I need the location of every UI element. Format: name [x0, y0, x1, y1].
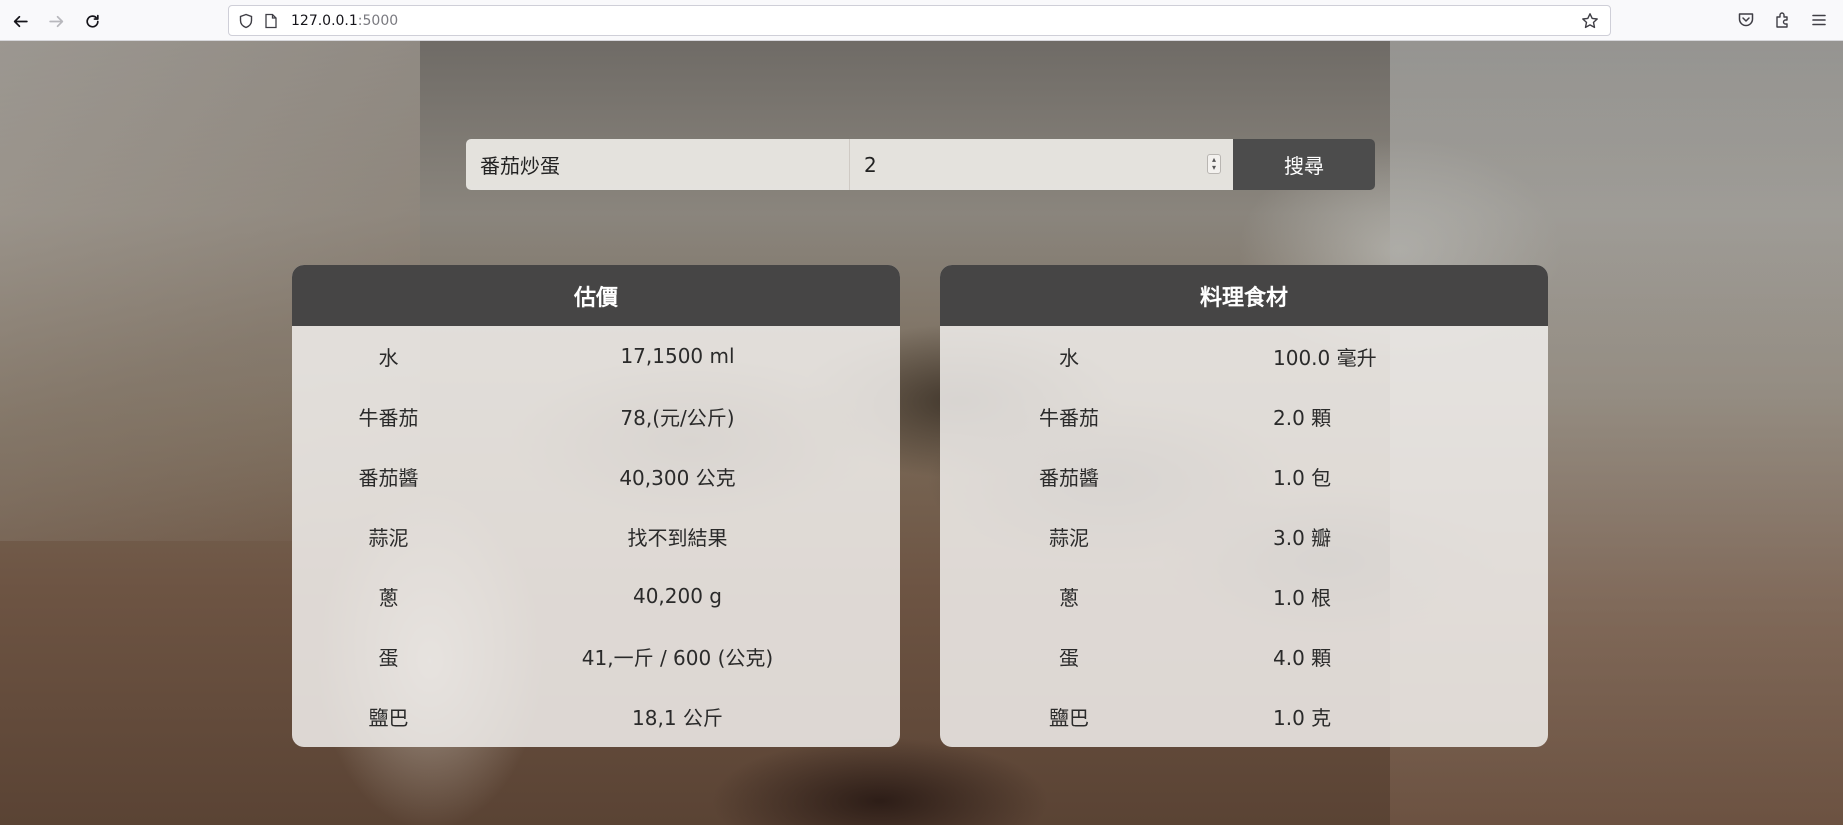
table-row: 蒜泥 3.0 瓣: [940, 506, 1548, 566]
ingredient-name: 水: [1059, 345, 1079, 370]
menu-icon[interactable]: [1810, 11, 1828, 29]
price-value: 找不到結果: [627, 525, 728, 550]
ingredient-amount: 100.0 毫升: [1273, 345, 1377, 370]
ingredient-name: 牛番茄: [1039, 405, 1099, 430]
ingredient-name: 鹽巴: [1049, 705, 1089, 730]
ingredient-name: 番茄醬: [1039, 465, 1099, 490]
table-row: 蔥 40,200 g: [292, 566, 900, 626]
ingredient-name: 水: [378, 345, 399, 370]
ingredient-name: 牛番茄: [358, 405, 419, 430]
table-row: 鹽巴 1.0 克: [940, 686, 1548, 746]
address-bar[interactable]: 127.0.0.1:5000: [228, 5, 1611, 36]
table-row: 牛番茄 78,(元/公斤): [292, 386, 900, 446]
browser-toolbar: 127.0.0.1:5000: [0, 0, 1843, 41]
price-card-title: 估價: [292, 265, 900, 326]
ingredient-amount: 4.0 顆: [1273, 645, 1332, 670]
table-row: 鹽巴 18,1 公斤: [292, 686, 900, 746]
ingredient-name: 蛋: [378, 645, 399, 670]
search-form: ▴ ▾ 搜尋: [466, 139, 1375, 190]
page-icon: [265, 13, 277, 29]
table-row: 蛋 41,一斤 / 600 (公克): [292, 626, 900, 686]
price-value: 17,1500 ml: [620, 344, 735, 368]
price-value: 41,一斤 / 600 (公克): [581, 645, 774, 670]
forward-icon[interactable]: [44, 9, 68, 33]
table-row: 蛋 4.0 顆: [940, 626, 1548, 686]
reload-icon[interactable]: [80, 9, 104, 33]
ingredient-name: 蔥: [378, 585, 399, 610]
price-value: 40,300 公克: [619, 465, 736, 490]
ingredient-name: 蔥: [1059, 585, 1079, 610]
url-port: :5000: [357, 13, 399, 29]
ingredient-name: 蒜泥: [368, 525, 409, 550]
quantity-field[interactable]: ▴ ▾: [850, 139, 1233, 190]
ingredients-card-title: 料理食材: [940, 265, 1548, 326]
price-estimate-card: 估價 水 17,1500 ml 牛番茄 78,(元/公斤) 番茄醬 40,300 公克…: [292, 265, 900, 747]
ingredient-name: 蛋: [1059, 645, 1079, 670]
quantity-input[interactable]: [850, 139, 1233, 190]
ingredient-amount: 1.0 克: [1273, 705, 1332, 730]
url-text[interactable]: 127.0.0.1:5000: [291, 13, 398, 29]
shield-icon[interactable]: [238, 13, 254, 29]
ingredient-amount: 1.0 包: [1273, 465, 1332, 490]
ingredient-name: 鹽巴: [368, 705, 409, 730]
back-icon[interactable]: [8, 9, 32, 33]
ingredient-amount: 1.0 根: [1273, 585, 1332, 610]
ingredients-card: 料理食材 水 100.0 毫升 牛番茄 2.0 顆 番茄醬 1.0 包 蒜泥 3.0 瓣…: [940, 265, 1548, 747]
table-row: 蔥 1.0 根: [940, 566, 1548, 626]
table-row: 蒜泥 找不到結果: [292, 506, 900, 566]
price-value: 40,200 g: [632, 584, 723, 608]
search-button[interactable]: 搜尋: [1233, 139, 1375, 190]
ingredient-name: 蒜泥: [1049, 525, 1089, 550]
price-value: 78,(元/公斤): [620, 405, 735, 430]
ingredient-amount: 3.0 瓣: [1273, 525, 1332, 550]
ingredient-amount: 2.0 顆: [1273, 405, 1332, 430]
stepper-down-icon[interactable]: ▾: [1212, 164, 1216, 172]
table-row: 水 17,1500 ml: [292, 326, 900, 386]
pocket-icon[interactable]: [1737, 11, 1755, 29]
table-row: 番茄醬 1.0 包: [940, 446, 1548, 506]
table-row: 水 100.0 毫升: [940, 326, 1548, 386]
ingredient-name: 番茄醬: [358, 465, 419, 490]
bookmark-star-icon[interactable]: [1581, 12, 1599, 30]
url-host: 127.0.0.1: [291, 13, 358, 29]
extensions-icon[interactable]: [1774, 11, 1792, 29]
price-value: 18,1 公斤: [632, 705, 723, 730]
table-row: 番茄醬 40,300 公克: [292, 446, 900, 506]
table-row: 牛番茄 2.0 顆: [940, 386, 1548, 446]
quantity-stepper[interactable]: ▴ ▾: [1207, 154, 1221, 174]
dish-search-input[interactable]: [466, 139, 850, 190]
